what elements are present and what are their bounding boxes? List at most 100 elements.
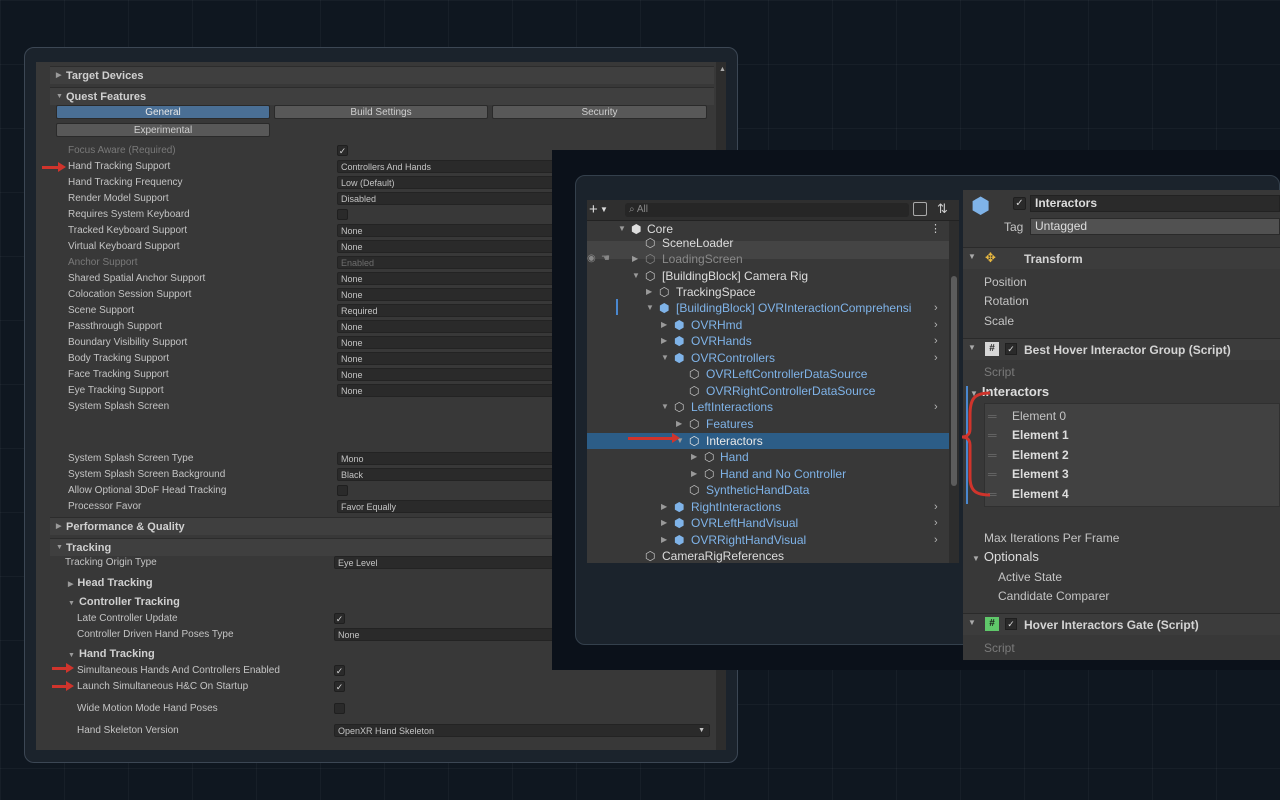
active-checkbox[interactable]: ✓ bbox=[1013, 197, 1026, 210]
hierarchy-item-ovrhmd[interactable]: ▶ ⬢ OVRHmd › bbox=[587, 317, 947, 333]
element-2[interactable]: Element 2 bbox=[1012, 448, 1069, 462]
transform-header[interactable]: ▼ ✥ Transform bbox=[963, 247, 1280, 269]
hierarchy-item-leftinteractions[interactable]: ▼ ⬡ LeftInteractions › bbox=[587, 399, 947, 415]
requires-system-keyboard-checkbox[interactable] bbox=[337, 209, 348, 220]
chevron-right-icon[interactable]: › bbox=[934, 532, 938, 548]
wide-motion-checkbox[interactable] bbox=[334, 703, 345, 714]
element-4[interactable]: Element 4 bbox=[1012, 487, 1069, 501]
visibility-eye-icon[interactable]: ◉ bbox=[587, 251, 596, 267]
tracking-origin-dropdown[interactable]: Eye Level bbox=[334, 556, 557, 569]
tab-build-settings[interactable]: Build Settings bbox=[274, 105, 488, 119]
hierarchy-item-rightinteractions[interactable]: ▶ ⬢ RightInteractions › bbox=[587, 499, 947, 515]
dropdown-value: OpenXR Hand Skeleton bbox=[338, 726, 435, 736]
scroll-up-icon[interactable]: ▲ bbox=[719, 66, 726, 73]
hierarchy-item-right-datasource[interactable]: ⬡ OVRRightControllerDataSource bbox=[587, 383, 947, 399]
chevron-right-icon[interactable]: › bbox=[934, 317, 938, 333]
colocation-session-dropdown[interactable]: None bbox=[337, 288, 557, 301]
focus-aware-checkbox[interactable]: ✓ bbox=[337, 145, 348, 156]
late-controller-update-checkbox[interactable]: ✓ bbox=[334, 613, 345, 624]
tab-general[interactable]: General bbox=[56, 105, 270, 119]
tab-experimental[interactable]: Experimental bbox=[56, 123, 270, 137]
tag-label: Tag bbox=[1004, 220, 1024, 234]
splash-screen-type-dropdown[interactable]: Mono bbox=[337, 452, 557, 465]
processor-favor-dropdown[interactable]: Favor Equally bbox=[337, 500, 557, 513]
hierarchy-item-ovrcontrollers[interactable]: ▼ ⬢ OVRControllers › bbox=[587, 350, 947, 366]
scene-support-dropdown[interactable]: Required bbox=[337, 304, 557, 317]
hierarchy-item-sceneloader[interactable]: ⬡ SceneLoader bbox=[587, 235, 947, 251]
tracked-keyboard-support-dropdown[interactable]: None bbox=[337, 224, 557, 237]
item-label: LeftInteractions bbox=[691, 400, 774, 414]
face-tracking-label: Face Tracking Support bbox=[68, 369, 169, 380]
best-hover-header[interactable]: ▼ # ✓ Best Hover Interactor Group (Script) bbox=[963, 338, 1280, 360]
hierarchy-item-trackingspace[interactable]: ▶ ⬡ TrackingSpace bbox=[587, 284, 947, 300]
hierarchy-item-loadingscreen[interactable]: ◉ ☚ ▶ ⬡ LoadingScreen bbox=[587, 251, 947, 267]
hierarchy-item-hand-no-controller[interactable]: ▶ ⬡ Hand and No Controller bbox=[587, 466, 947, 482]
item-label: OVRControllers bbox=[691, 351, 776, 365]
scene-visibility-icon[interactable] bbox=[913, 202, 927, 216]
face-tracking-dropdown[interactable]: None bbox=[337, 368, 557, 381]
render-model-support-dropdown[interactable]: Disabled bbox=[337, 192, 557, 205]
sort-icon[interactable]: ⇅ bbox=[937, 201, 948, 217]
script-field-label: Script bbox=[984, 641, 1015, 655]
hierarchy-item-camerarigreferences[interactable]: ⬡ CameraRigReferences bbox=[587, 548, 947, 564]
chevron-right-icon[interactable]: › bbox=[934, 333, 938, 349]
chevron-right-icon[interactable]: › bbox=[934, 399, 938, 415]
element-1[interactable]: Element 1 bbox=[1012, 428, 1069, 442]
foldout-title: Optionals bbox=[983, 549, 1039, 564]
launch-simultaneous-checkbox[interactable]: ✓ bbox=[334, 681, 345, 692]
annotation-arrow-icon bbox=[42, 162, 66, 172]
simultaneous-hands-checkbox[interactable]: ✓ bbox=[334, 665, 345, 676]
target-devices-section[interactable]: ▶ Target Devices bbox=[50, 66, 714, 84]
quest-features-section[interactable]: ▼ Quest Features bbox=[50, 87, 714, 105]
hierarchy-item-ovrhands[interactable]: ▶ ⬢ OVRHands › bbox=[587, 333, 947, 349]
add-button[interactable]: + ▼ bbox=[589, 201, 608, 219]
hierarchy-item-righthandvisual[interactable]: ▶ ⬢ OVRRightHandVisual › bbox=[587, 532, 947, 548]
optionals-foldout[interactable]: ▼ Optionals bbox=[972, 549, 1039, 566]
hierarchy-item-camera-rig[interactable]: ▼ ⬡ [BuildingBlock] Camera Rig bbox=[587, 268, 947, 284]
tag-dropdown[interactable]: Untagged bbox=[1030, 218, 1280, 235]
hand-tracking-frequency-dropdown[interactable]: Low (Default) bbox=[337, 176, 557, 189]
hierarchy-item-ovrinteraction[interactable]: ▼ ⬢ [BuildingBlock] OVRInteractionComprehe… bbox=[587, 300, 947, 316]
hand-tracking-support-dropdown[interactable]: Controllers And Hands bbox=[337, 160, 557, 173]
hand-poses-type-dropdown[interactable]: None bbox=[334, 628, 557, 641]
transform-icon: ✥ bbox=[985, 250, 996, 265]
hand-skeleton-dropdown[interactable]: OpenXR Hand Skeleton ▼ bbox=[334, 724, 710, 737]
splash-screen-background-dropdown[interactable]: Black bbox=[337, 468, 557, 481]
anchor-support-dropdown[interactable]: Enabled bbox=[337, 256, 557, 269]
hierarchy-panel: + ▼ ⌕ All ⇅ ▼ ⬢ Core ⋮ ⬡ SceneLoader ◉ ☚ ▶ ⬡ Loa… bbox=[587, 200, 959, 563]
hierarchy-item-features[interactable]: ▶ ⬡ Features bbox=[587, 416, 947, 432]
pick-hand-icon[interactable]: ☚ bbox=[601, 251, 610, 267]
chevron-right-icon[interactable]: › bbox=[934, 350, 938, 366]
prefab-icon: ⬢ bbox=[674, 500, 685, 514]
hand-tracking-foldout[interactable]: ▼ Hand Tracking bbox=[68, 648, 155, 662]
head-tracking-foldout[interactable]: ▶ Head Tracking bbox=[68, 577, 153, 591]
hierarchy-search-input[interactable]: ⌕ All bbox=[625, 203, 909, 217]
eye-tracking-dropdown[interactable]: None bbox=[337, 384, 557, 397]
shared-spatial-anchor-dropdown[interactable]: None bbox=[337, 272, 557, 285]
optional-3dof-checkbox[interactable] bbox=[337, 485, 348, 496]
hierarchy-item-left-datasource[interactable]: ⬡ OVRLeftControllerDataSource bbox=[587, 366, 947, 382]
chevron-right-icon[interactable]: › bbox=[934, 300, 938, 316]
element-0[interactable]: Element 0 bbox=[1012, 409, 1066, 423]
controller-tracking-foldout[interactable]: ▼ Controller Tracking bbox=[68, 596, 180, 610]
object-name-input[interactable]: Interactors bbox=[1030, 195, 1280, 212]
body-tracking-dropdown[interactable]: None bbox=[337, 352, 557, 365]
prefab-icon: ⬢ bbox=[674, 351, 685, 365]
hierarchy-item-hand[interactable]: ▶ ⬡ Hand bbox=[587, 449, 947, 465]
component-enabled-checkbox[interactable]: ✓ bbox=[1005, 618, 1017, 630]
element-3[interactable]: Element 3 bbox=[1012, 467, 1069, 481]
hierarchy-item-interactors[interactable]: ▼⬡Interactors bbox=[587, 433, 947, 449]
tab-security[interactable]: Security bbox=[492, 105, 707, 119]
passthrough-support-dropdown[interactable]: None bbox=[337, 320, 557, 333]
boundary-visibility-dropdown[interactable]: None bbox=[337, 336, 557, 349]
chevron-right-icon[interactable]: › bbox=[934, 515, 938, 531]
virtual-keyboard-support-dropdown[interactable]: None bbox=[337, 240, 557, 253]
hover-gate-header[interactable]: ▼ # ✓ Hover Interactors Gate (Script) bbox=[963, 613, 1280, 635]
chevron-right-icon[interactable]: › bbox=[934, 499, 938, 515]
hierarchy-item-lefthandvisual[interactable]: ▶ ⬢ OVRLeftHandVisual › bbox=[587, 515, 947, 531]
component-enabled-checkbox[interactable]: ✓ bbox=[1005, 343, 1017, 355]
scale-label: Scale bbox=[984, 314, 1015, 328]
scrollbar-thumb[interactable] bbox=[951, 276, 957, 486]
hierarchy-item-synthetichanddata[interactable]: ⬡ SyntheticHandData bbox=[587, 482, 947, 498]
requires-system-keyboard-label: Requires System Keyboard bbox=[68, 209, 190, 220]
